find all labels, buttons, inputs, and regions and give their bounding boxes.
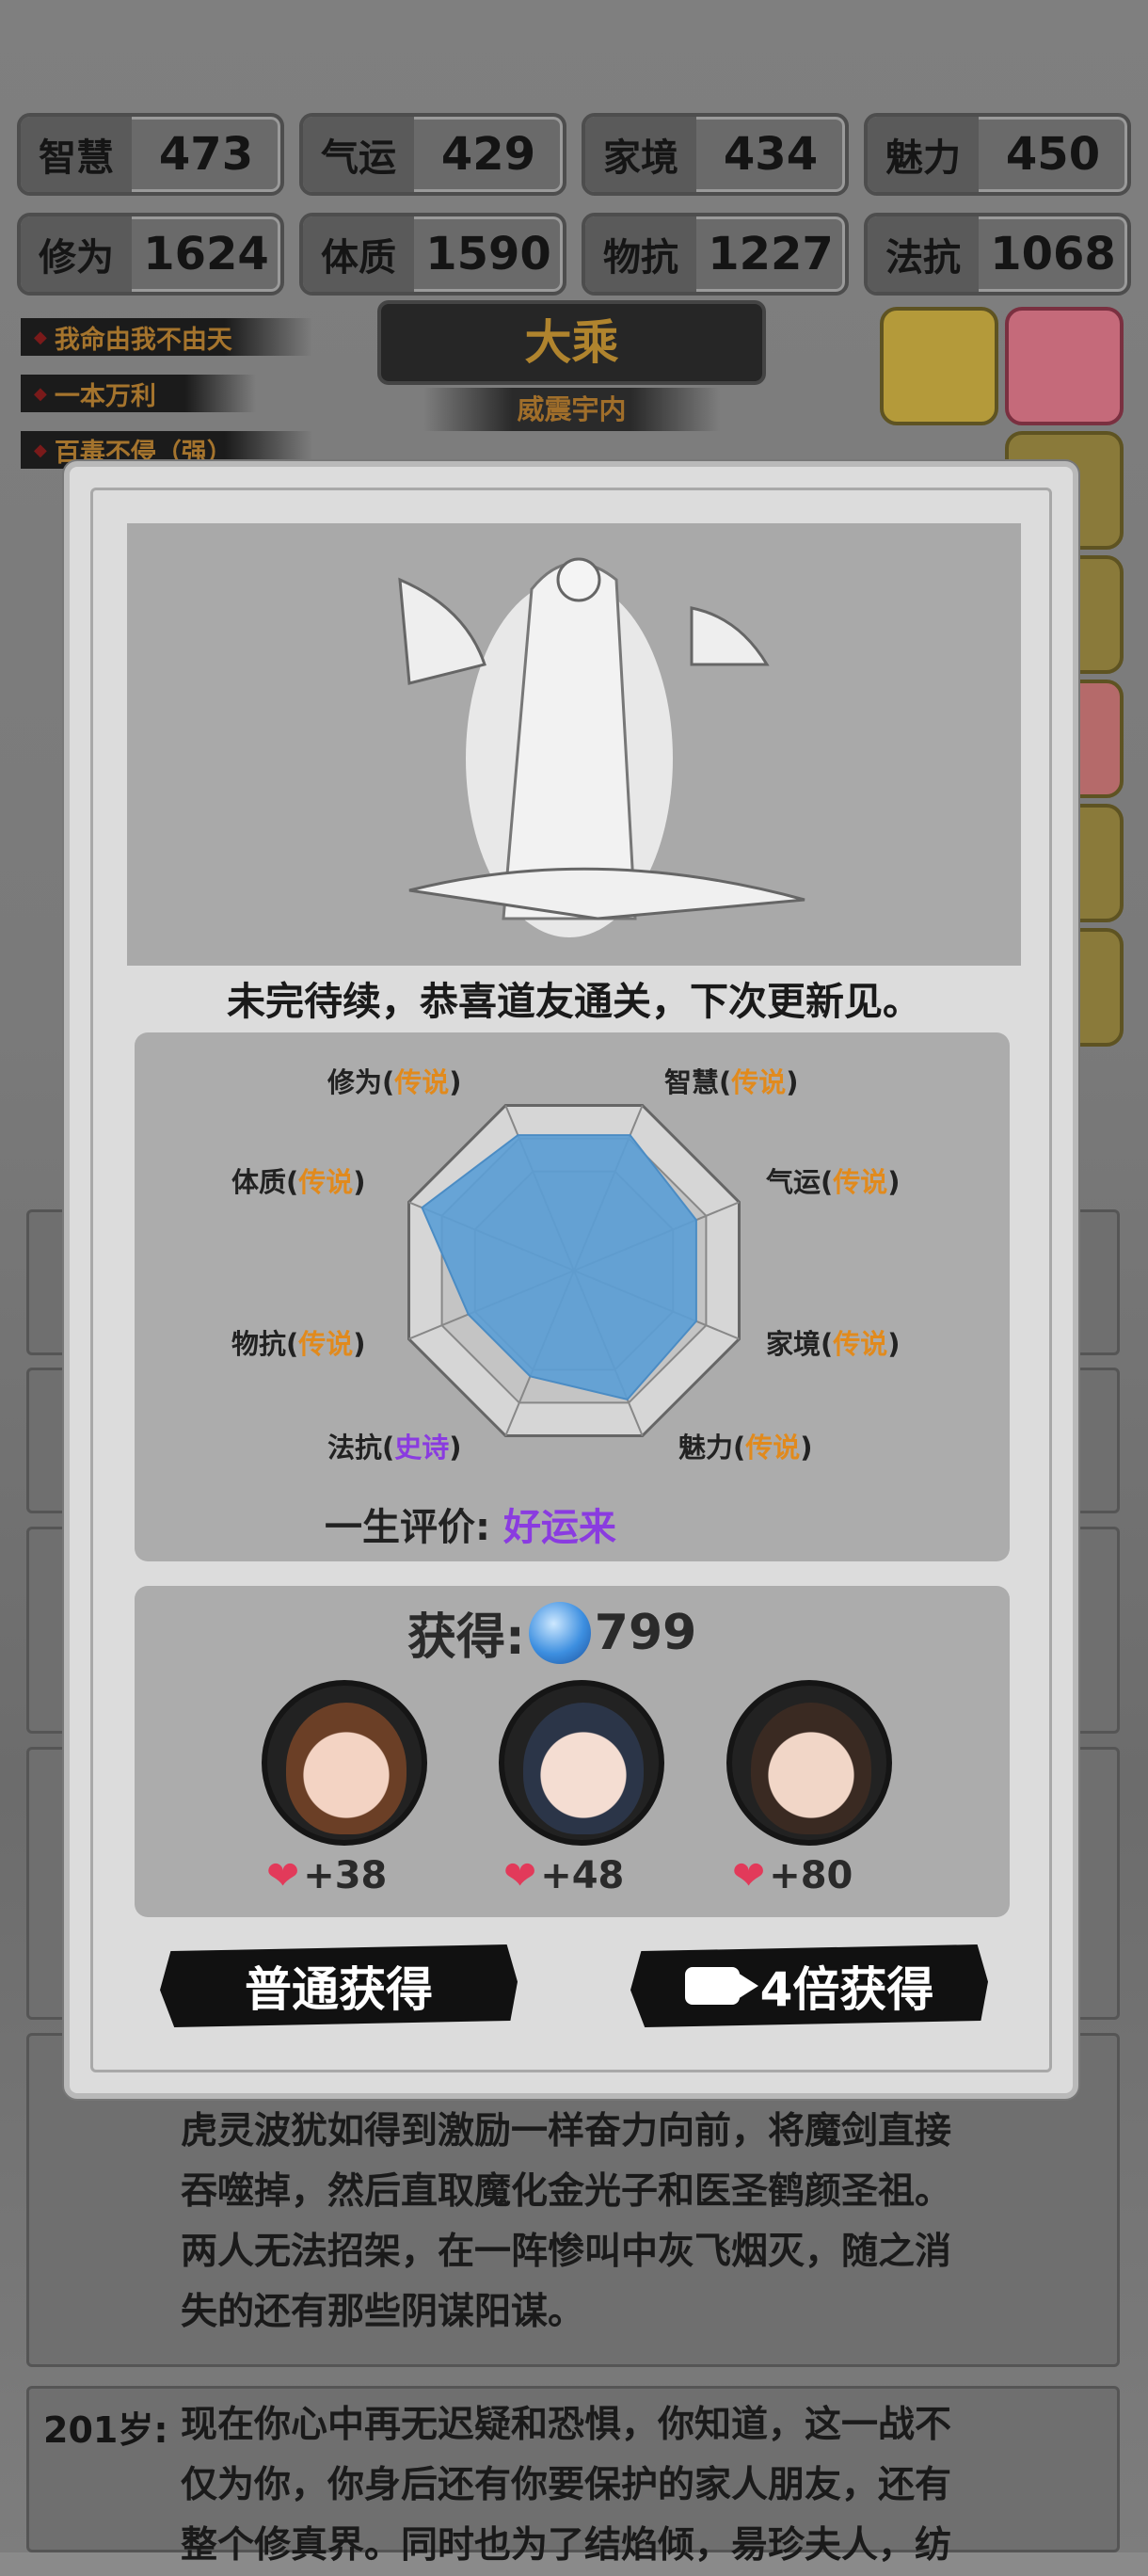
heart-icon: ❤ <box>503 1852 537 1898</box>
diamond-icon: ◆ <box>34 327 47 347</box>
trait-item[interactable]: ◆ 一本万利 <box>21 375 256 412</box>
stat-wisdom: 智慧 473 <box>17 113 284 196</box>
radar-label: 体质(传说) <box>231 1166 366 1198</box>
diamond-icon: ◆ <box>34 383 47 404</box>
dialog-caption: 未完待续，恭喜道友通关，下次更新见。 <box>227 979 921 1024</box>
stat-phys-resist: 物抗 1227 <box>582 213 849 296</box>
stat-charm: 魅力 450 <box>864 113 1131 196</box>
realm-title: 大乘 <box>381 304 762 381</box>
diamond-icon: ◆ <box>34 440 47 460</box>
heart-icon: ❤ <box>732 1852 766 1898</box>
log-age: 201岁: <box>43 2409 168 2451</box>
equipment-slot[interactable] <box>880 307 998 425</box>
radar-label: 法抗(史诗) <box>327 1432 462 1464</box>
companion-portrait <box>726 1680 892 1846</box>
companion-portrait <box>262 1680 427 1846</box>
radar-label: 修为(传说) <box>327 1066 462 1098</box>
life-evaluation: 一生评价: 好运来 <box>325 1506 616 1549</box>
favor-gain: ❤ +38 <box>266 1852 388 1898</box>
radar-label: 物抗(传说) <box>231 1328 366 1360</box>
trait-item[interactable]: ◆ 我命由我不由天 <box>21 318 312 356</box>
radar-label: 智慧(传说) <box>664 1066 799 1098</box>
favor-gain: ❤ +48 <box>503 1852 625 1898</box>
log-text: 虎灵波犹如得到激励一样奋力向前，将魔剑直接 吞噬掉，然后直取魔化金光子和医圣鹤颜… <box>181 2110 952 2333</box>
radar-label: 家境(传说) <box>766 1328 901 1360</box>
video-camera-icon <box>684 1967 758 2005</box>
ad-claim-button[interactable]: 4倍获得 <box>630 1944 988 2027</box>
radar-chart <box>407 1104 741 1437</box>
cranes-illustration <box>127 523 1021 966</box>
equipment-slot[interactable] <box>1005 307 1124 425</box>
realm-subtitle: 威震宇内 <box>423 388 720 431</box>
companion-portrait <box>499 1680 664 1846</box>
reward-title: 获得: 799 <box>407 1597 696 1668</box>
log-text: 现在你心中再无迟疑和恐惧，你知道，这一战不 仅为你，你身后还有你要保护的家人朋友… <box>181 2404 952 2567</box>
normal-claim-button[interactable]: 普通获得 <box>160 1944 518 2027</box>
radar-label: 魅力(传说) <box>678 1432 813 1464</box>
favor-gain: ❤ +80 <box>732 1852 853 1898</box>
stat-cultivation: 修为 1624 <box>17 213 284 296</box>
heart-icon: ❤ <box>266 1852 300 1898</box>
radar-label: 气运(传说) <box>766 1166 901 1198</box>
stat-luck: 气运 429 <box>299 113 566 196</box>
spirit-stone-icon <box>528 1601 591 1664</box>
stat-constitution: 体质 1590 <box>299 213 566 296</box>
stat-magic-resist: 法抗 1068 <box>864 213 1131 296</box>
stat-family: 家境 434 <box>582 113 849 196</box>
